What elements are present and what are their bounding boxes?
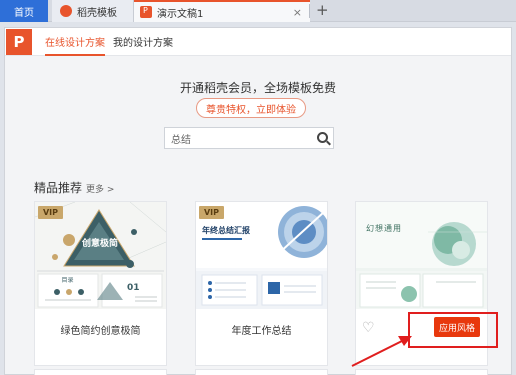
template-card[interactable]: VIP 创意极简 目录 01 绿色简约创意极简 xyxy=(34,201,167,366)
membership-button[interactable]: 尊贵特权，立即体验 xyxy=(196,98,306,118)
tab-my-designs[interactable]: 我的设计方案 xyxy=(113,34,173,49)
tab-home-label: 首页 xyxy=(14,7,34,19)
tab-bar: 首页 稻壳模板 演示文稿1 × + xyxy=(0,0,516,22)
search-icon[interactable] xyxy=(317,132,328,143)
template-card[interactable]: VIP 年终总结汇报 年度工作总结 xyxy=(195,201,328,366)
thumbnail-title: 幻想通用 xyxy=(366,224,402,233)
tab-presentation[interactable]: 演示文稿1 × xyxy=(134,0,310,22)
template-card-partial[interactable] xyxy=(355,369,488,375)
thumbnail-title: 年终总结汇报 xyxy=(202,226,250,235)
tab-docer-templates[interactable]: 稻壳模板 xyxy=(52,0,134,22)
vip-badge: VIP xyxy=(38,206,63,219)
template-thumbnail xyxy=(356,202,487,309)
tab-template-label: 稻壳模板 xyxy=(77,7,117,19)
template-name: 绿色简约创意极简 xyxy=(60,326,141,337)
thumbnail-number: 01 xyxy=(127,283,140,293)
section-title: 精品推荐 xyxy=(34,181,83,195)
presentation-file-icon xyxy=(140,6,152,18)
promo-title: 开通稻壳会员，全场模板免费 xyxy=(179,81,336,95)
highlight-box xyxy=(408,312,498,348)
panel-header: P 在线设计方案 我的设计方案 xyxy=(5,28,511,56)
tab-divider xyxy=(309,4,310,18)
tab-home[interactable]: 首页 xyxy=(0,0,48,22)
more-link[interactable]: 更多 > xyxy=(86,182,114,195)
tab-online-designs[interactable]: 在线设计方案 xyxy=(45,34,105,56)
close-tab-icon[interactable]: × xyxy=(293,6,302,19)
tab-doc-label: 演示文稿1 xyxy=(157,8,204,20)
vip-badge: VIP xyxy=(199,206,224,219)
template-name: 年度工作总结 xyxy=(231,326,292,337)
template-card-partial[interactable] xyxy=(34,369,167,375)
search-input[interactable] xyxy=(171,131,311,145)
template-card-partial[interactable] xyxy=(195,369,328,375)
thumbnail-subtitle: 目录 xyxy=(61,277,74,284)
thumbnail-title: 创意极简 xyxy=(81,239,118,249)
favorite-heart-icon[interactable]: ♡ xyxy=(362,320,375,336)
docer-logo-icon xyxy=(60,5,72,17)
new-tab-icon[interactable]: + xyxy=(316,1,329,19)
wps-presentation-logo: P xyxy=(6,29,32,55)
search-box[interactable] xyxy=(164,127,334,149)
